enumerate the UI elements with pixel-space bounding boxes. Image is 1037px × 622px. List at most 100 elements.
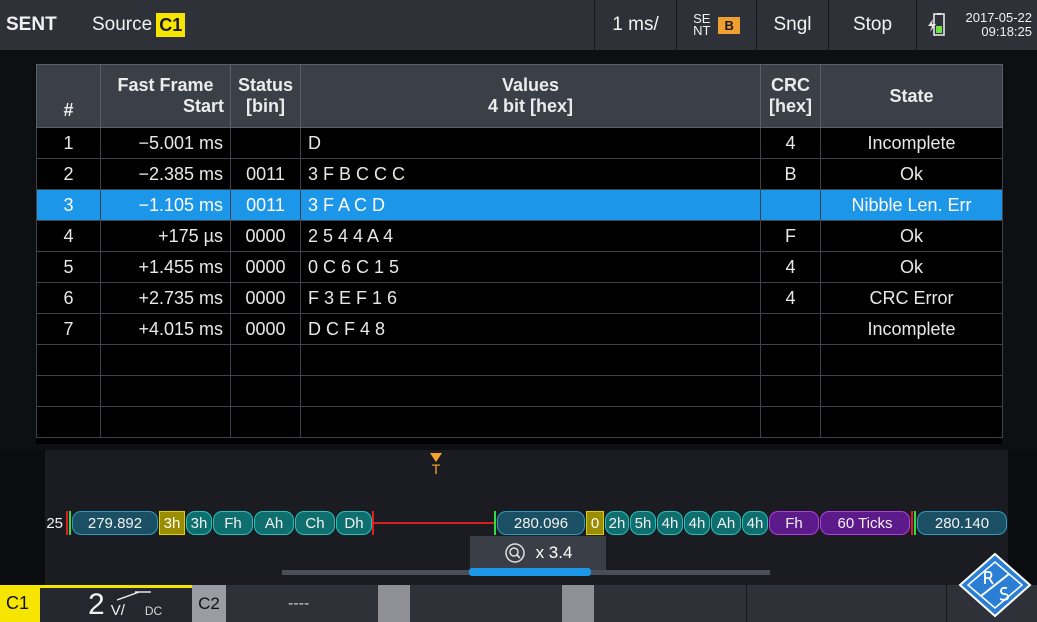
channel-c2-settings[interactable]: ---- xyxy=(226,585,378,622)
bus-segment-nibble[interactable]: Ah xyxy=(254,511,294,535)
col-header-crc[interactable]: CRC [hex] xyxy=(760,64,821,128)
cell-values: 3 F A C D xyxy=(300,189,761,221)
source-selector[interactable]: Source C1 xyxy=(92,0,212,50)
acquisition-mode-button[interactable]: Sngl xyxy=(756,0,828,50)
frame-end-marker xyxy=(66,511,68,535)
bus-segment-nibble[interactable]: 4h xyxy=(657,511,683,535)
trigger-settings-button[interactable]: SE NT B xyxy=(676,0,756,50)
bus-segment-partial[interactable]: 25 xyxy=(40,511,66,535)
cell-state: Ok xyxy=(820,158,1003,190)
bus-segment-sync[interactable]: 279.892 xyxy=(72,511,158,535)
cell-values: 3 F B C C C xyxy=(300,158,761,190)
header-state-text: State xyxy=(889,85,934,106)
cell-crc xyxy=(760,313,821,345)
bus-segment-crc[interactable]: Fh xyxy=(769,511,819,535)
datetime-display: 2017-05-22 09:18:25 xyxy=(960,0,1033,50)
waveform-area[interactable]: T 25 279.892 3h 3h Fh Ah Ch Dh 280.096 0… xyxy=(0,450,1037,585)
battery-charging-icon xyxy=(927,13,945,36)
cell-values: 2 5 4 4 A 4 xyxy=(300,220,761,252)
frame-end-marker xyxy=(372,511,374,535)
table-row-empty xyxy=(36,406,1003,438)
col-header-status[interactable]: Status [bin] xyxy=(230,64,301,128)
bus-segment-nibble[interactable]: Ah xyxy=(711,511,741,535)
bus-segment-nibble[interactable]: Fh xyxy=(213,511,253,535)
frame-start-marker xyxy=(69,511,71,535)
bus-segment-status[interactable]: 0 xyxy=(586,511,604,535)
bus-segment-sync[interactable]: 280.140 xyxy=(917,511,1007,535)
bus-segment-pause[interactable]: 60 Ticks xyxy=(820,511,910,535)
zoom-position-bar[interactable] xyxy=(282,568,770,576)
header-values-line1: Values xyxy=(501,75,560,95)
timebase-button[interactable]: 1 ms/ xyxy=(594,0,676,50)
col-header-index[interactable]: # xyxy=(36,64,101,128)
cell-start: +1.455 ms xyxy=(100,251,231,283)
magnifier-icon xyxy=(504,543,525,563)
cell-start: +4.015 ms xyxy=(100,313,231,345)
cell-values: 0 C 6 C 1 5 xyxy=(300,251,761,283)
table-row-selected[interactable]: 3 −1.105 ms 0011 3 F A C D Nibble Len. E… xyxy=(36,189,1003,221)
rohde-schwarz-logo[interactable] xyxy=(958,552,1032,618)
time-label: 09:18:25 xyxy=(981,24,1032,39)
frame-end-marker xyxy=(911,511,913,535)
bus-segment-nibble[interactable]: 4h xyxy=(742,511,768,535)
bus-segment-nibble[interactable]: 5h xyxy=(630,511,656,535)
zoom-indicator[interactable]: x 3.4 xyxy=(470,536,606,570)
bus-segment-nibble[interactable]: 4h xyxy=(684,511,710,535)
table-row[interactable]: 2 −2.385 ms 0011 3 F B C C C B Ok xyxy=(36,158,1003,190)
c2-tab-label: C2 xyxy=(198,593,220,613)
protocol-label: SENT xyxy=(6,14,57,35)
run-stop-button[interactable]: Stop xyxy=(828,0,916,50)
timebase-value: 1 ms/ xyxy=(612,14,659,35)
bus-segment-status[interactable]: 3h xyxy=(159,511,185,535)
cell-crc xyxy=(760,189,821,221)
zoom-factor-label: x 3.4 xyxy=(535,543,573,562)
protocol-button[interactable]: SENT xyxy=(6,0,86,50)
c1-unit: V/ xyxy=(111,590,151,619)
table-row[interactable]: 7 +4.015 ms 0000 D C F 4 8 Incomplete xyxy=(36,313,1003,345)
cell-status: 0000 xyxy=(230,282,301,314)
bus-segment-nibble[interactable]: 3h xyxy=(186,511,212,535)
channel-c1-tab[interactable]: C1 xyxy=(0,585,40,622)
table-row[interactable]: 4 +175 µs 0000 2 5 4 4 A 4 F Ok xyxy=(36,220,1003,252)
bandwidth-limit-icon xyxy=(116,590,151,601)
cell-state: Ok xyxy=(820,251,1003,283)
header-start-line2: Start xyxy=(182,96,224,116)
table-row-empty xyxy=(36,344,1003,376)
top-status-bar: SENT Source C1 1 ms/ SE NT B Sngl Stop 2… xyxy=(0,0,1037,50)
c2-value: ---- xyxy=(288,594,310,612)
table-row[interactable]: 1 −5.001 ms D 4 Incomplete xyxy=(36,127,1003,159)
channel-slot-empty[interactable] xyxy=(410,585,562,622)
source-channel-badge: C1 xyxy=(156,13,186,37)
table-row[interactable]: 6 +2.735 ms 0000 F 3 E F 1 6 4 CRC Error xyxy=(36,282,1003,314)
trigger-marker[interactable]: T xyxy=(429,453,443,476)
channel-c2-tab[interactable]: C2 xyxy=(192,585,226,622)
channel-slot-empty[interactable] xyxy=(594,585,746,622)
col-header-values[interactable]: Values 4 bit [hex] xyxy=(300,64,761,128)
col-header-start[interactable]: Fast Frame Start xyxy=(100,64,231,128)
mode-label: Sngl xyxy=(773,14,812,35)
header-status-line2: [bin] xyxy=(246,96,285,116)
zoom-window-handle[interactable] xyxy=(469,568,591,576)
decode-table: # Fast Frame Start Status [bin] Values 4… xyxy=(36,64,1003,438)
bus-segment-nibble[interactable]: 2h xyxy=(605,511,629,535)
bus-segment-sync[interactable]: 280.096 xyxy=(497,511,585,535)
cell-index: 7 xyxy=(36,313,101,345)
bus-segment-nibble[interactable]: Ch xyxy=(295,511,335,535)
waveform-left-edge xyxy=(0,450,45,585)
col-header-state[interactable]: State xyxy=(820,64,1003,128)
cell-start: +2.735 ms xyxy=(100,282,231,314)
decode-results-panel: # Fast Frame Start Status [bin] Values 4… xyxy=(36,64,1003,444)
cell-values: D C F 4 8 xyxy=(300,313,761,345)
bus-idle-line xyxy=(373,522,495,524)
cell-status: 0011 xyxy=(230,189,301,221)
frame-start-marker xyxy=(494,511,496,535)
channel-c1-settings[interactable]: 2 V/ DC xyxy=(40,585,192,622)
battery-icon xyxy=(916,0,956,50)
cell-state: Incomplete xyxy=(820,313,1003,345)
cell-index: 4 xyxy=(36,220,101,252)
cell-index: 6 xyxy=(36,282,101,314)
bus-segment-nibble[interactable]: Dh xyxy=(336,511,372,535)
table-row[interactable]: 5 +1.455 ms 0000 0 C 6 C 1 5 4 Ok xyxy=(36,251,1003,283)
table-row-empty xyxy=(36,375,1003,407)
header-status-line1: Status xyxy=(237,75,293,95)
